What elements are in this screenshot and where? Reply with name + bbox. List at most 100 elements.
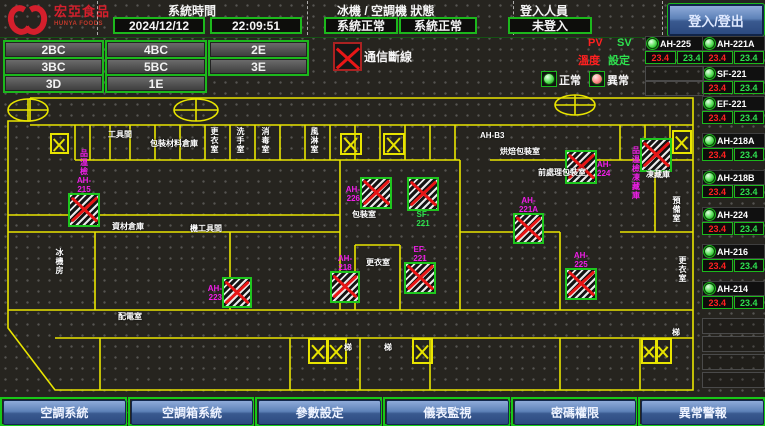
unit-values-ah-225: 23.423.4 — [645, 51, 707, 64]
spare-cell — [702, 318, 765, 334]
room-label: 風淋室 — [310, 127, 319, 154]
offline-equipment-marker[interactable]: SF-221 — [407, 177, 439, 211]
spare-cell — [702, 354, 765, 370]
nav-button[interactable]: 儀表監視 — [386, 400, 509, 425]
sv-value: 23.4 — [734, 81, 765, 94]
elevator-icon — [340, 133, 362, 155]
comm-offline-icon — [333, 42, 362, 71]
brand-text: 宏亞食品 — [54, 4, 110, 19]
room-label: 洗手室 — [236, 127, 245, 154]
abnormal-label: 異常 — [607, 72, 629, 88]
room-label: 冰機房 — [55, 248, 64, 275]
equipment-tag-label: EF-221 — [413, 245, 427, 263]
room-label: 烘焙包裝室 — [500, 147, 540, 156]
ahu-status-value: 系統正常 — [399, 17, 477, 34]
stairs-icon — [8, 95, 595, 121]
unit-name-label: AH-225 — [660, 39, 691, 49]
room-label: 前處理包裝室 — [538, 168, 586, 177]
floor-button-3d[interactable]: 3D — [3, 74, 104, 93]
unit-ah-221a[interactable]: AH-221A — [702, 36, 765, 51]
header-separator — [307, 1, 308, 35]
room-label: 資材倉庫 — [112, 222, 144, 231]
unit-values-ah-224: 23.423.4 — [702, 222, 764, 235]
room-label: 更衣室 — [366, 258, 390, 267]
temp-label: 溫度 — [578, 52, 600, 68]
pv-value: 23.4 — [702, 81, 733, 94]
unit-ah-224[interactable]: AH-224 — [702, 207, 765, 222]
nav-segment: 異常警報 — [638, 397, 765, 426]
login-logout-button[interactable]: 登入/登出 — [668, 4, 764, 36]
header-separator — [662, 1, 663, 35]
unit-ah-218b[interactable]: AH-218B — [702, 170, 765, 185]
unit-values-ah-218a: 23.423.4 — [702, 148, 764, 161]
offline-equipment-marker[interactable]: AH-221A — [513, 213, 544, 244]
elevator-icon — [655, 338, 672, 364]
normal-label: 正常 — [559, 72, 581, 88]
offline-equipment-marker[interactable]: 品溫檢 凍藏庫 — [640, 138, 672, 172]
nav-segment: 參數設定 — [255, 397, 382, 426]
pv-label: PV — [588, 37, 603, 49]
nav-button[interactable]: 異常警報 — [641, 400, 764, 425]
nav-segment: 空調箱系統 — [128, 397, 255, 426]
unit-status-led — [704, 38, 715, 49]
system-date-value: 2024/12/12 — [113, 17, 205, 34]
brand-subtext: HUNYA FOODS — [54, 18, 110, 31]
login-status-value: 未登入 — [508, 17, 592, 34]
unit-status-led — [704, 172, 715, 183]
unit-values-ef-221: 23.423.4 — [702, 111, 764, 124]
unit-name-label: AH-224 — [717, 210, 748, 220]
offline-equipment-marker[interactable]: AH-224 — [565, 150, 597, 184]
nav-button[interactable]: 密碼權限 — [514, 400, 637, 425]
sv-value: 23.4 — [734, 111, 765, 124]
floor-button-1e[interactable]: 1E — [105, 74, 207, 93]
offline-equipment-marker[interactable]: AH-226 — [360, 177, 392, 209]
offline-equipment-marker[interactable]: AH-223 — [222, 277, 252, 308]
nav-segment: 空調系統 — [0, 397, 127, 426]
unit-values-sf-221: 23.423.4 — [702, 81, 764, 94]
sv-value: 23.4 — [734, 148, 765, 161]
unit-status-led — [647, 38, 658, 49]
offline-equipment-marker[interactable]: EF-221 — [404, 262, 436, 294]
floor-button-3e[interactable]: 3E — [208, 57, 309, 76]
room-label: 凍藏庫 — [646, 170, 670, 179]
offline-equipment-marker[interactable]: AH-218 — [330, 271, 360, 303]
equipment-tag-label: 品溫檢 AH-215 — [77, 149, 91, 194]
unit-name-label: AH-218B — [717, 173, 755, 183]
pv-value: 23.4 — [702, 222, 733, 235]
room-label: 包裝室 — [352, 210, 376, 219]
room-label: 梯 — [384, 343, 392, 352]
bottom-nav-bar: 空調系統空調箱系統參數設定儀表監視密碼權限異常警報 — [0, 397, 765, 426]
pv-value: 23.4 — [702, 296, 733, 309]
unit-name-label: AH-221A — [717, 39, 755, 49]
equipment-tag-label: AH-223 — [208, 284, 222, 302]
pv-value: 23.4 — [702, 148, 733, 161]
unit-values-ah-216: 23.423.4 — [702, 259, 764, 272]
unit-ef-221[interactable]: EF-221 — [702, 96, 765, 111]
unit-ah-216[interactable]: AH-216 — [702, 244, 765, 259]
chiller-status-value: 系統正常 — [324, 17, 398, 34]
equipment-tag-label: AH-224 — [597, 160, 611, 178]
spare-cell — [702, 336, 765, 352]
unit-sf-221[interactable]: SF-221 — [702, 66, 765, 81]
room-label: 更衣室 — [210, 127, 219, 154]
nav-segment: 儀表監視 — [383, 397, 510, 426]
unit-ah-218a[interactable]: AH-218A — [702, 133, 765, 148]
sv-value: 23.4 — [734, 259, 765, 272]
unit-name-label: EF-221 — [717, 99, 747, 109]
equipment-tag-label: AH-226 — [346, 185, 360, 203]
offline-equipment-marker[interactable]: 品溫檢 AH-215 — [68, 193, 100, 227]
unit-name-label: AH-214 — [717, 284, 748, 294]
unit-ah-214[interactable]: AH-214 — [702, 281, 765, 296]
nav-button[interactable]: 空調箱系統 — [131, 400, 254, 425]
nav-button[interactable]: 空調系統 — [3, 400, 126, 425]
offline-equipment-marker[interactable]: AH-225 — [565, 268, 597, 300]
sv-value: 23.4 — [734, 185, 765, 198]
unit-ah-225[interactable]: AH-225 — [645, 36, 708, 51]
nav-button[interactable]: 參數設定 — [258, 400, 381, 425]
equipment-tag-label: SF-221 — [416, 210, 430, 228]
unit-status-led — [704, 135, 715, 146]
elevator-icon — [672, 130, 692, 154]
room-label: 更衣室 — [678, 256, 687, 283]
pv-value: 23.4 — [702, 51, 733, 64]
room-label: 梯 — [672, 328, 680, 337]
